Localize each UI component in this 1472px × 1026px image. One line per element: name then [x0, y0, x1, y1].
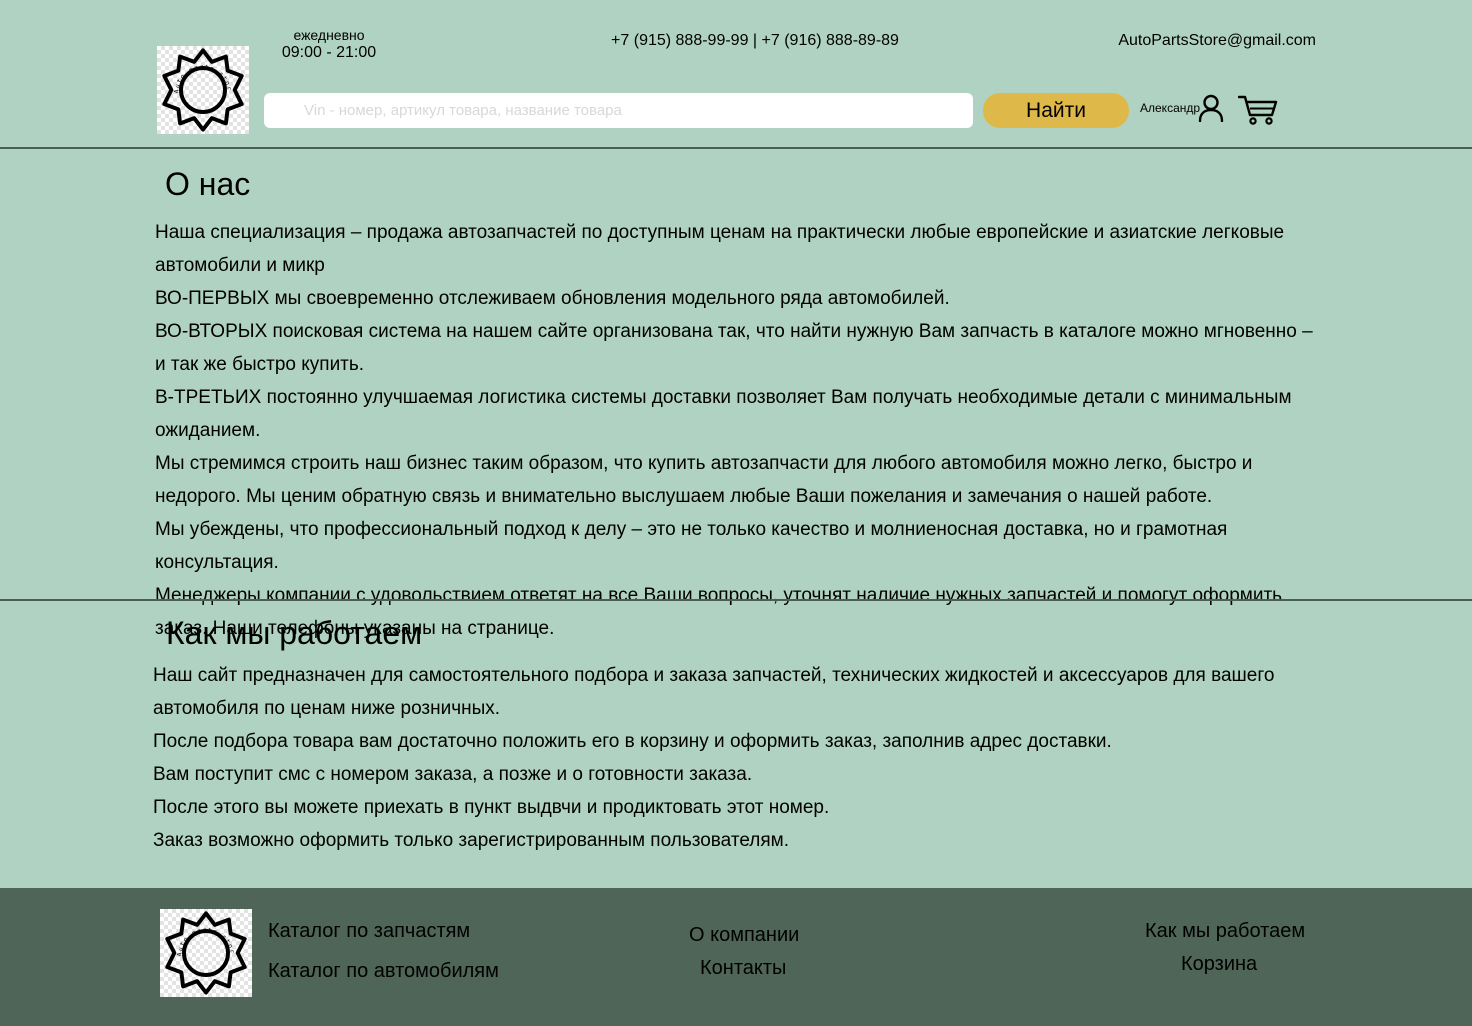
footer-logo[interactable]: Auto parts store: [160, 909, 252, 997]
about-paragraph: В-ТРЕТЬИХ постоянно улучшаемая логистика…: [155, 387, 1292, 441]
how-we-work-paragraph: Заказ возможно оформить только зарегистр…: [153, 830, 789, 851]
footer-link-about-company[interactable]: О компании: [689, 924, 799, 947]
working-hours: ежедневно 09:00 - 21:00: [276, 26, 382, 62]
search-input[interactable]: [264, 93, 973, 128]
search-button[interactable]: Найти: [983, 93, 1129, 128]
footer-link-car-catalog[interactable]: Каталог по автомобилям: [268, 960, 499, 983]
phone-numbers[interactable]: +7 (915) 888-99-99 | +7 (916) 888-89-89: [560, 32, 950, 50]
how-we-work-paragraph: После подбора товара вам достаточно поло…: [153, 731, 1112, 752]
header-divider: [0, 147, 1472, 149]
about-text: Наша специализация – продажа автозапчаст…: [155, 216, 1320, 645]
logo[interactable]: Auto parts store: [157, 46, 249, 134]
about-paragraph: Мы убеждены, что профессиональный подход…: [155, 519, 1228, 573]
cart-icon[interactable]: [1238, 94, 1278, 126]
footer-link-contacts[interactable]: Контакты: [700, 957, 786, 980]
user-name[interactable]: Александр: [1140, 101, 1200, 115]
footer-link-how-we-work[interactable]: Как мы работаем: [1145, 920, 1305, 943]
how-we-work-paragraph: Наш сайт предназначен для самостоятельно…: [153, 665, 1275, 719]
about-paragraph: Наша специализация – продажа автозапчаст…: [155, 222, 1285, 276]
about-paragraph: ВО-ВТОРЫХ поисковая система на нашем сай…: [155, 321, 1313, 375]
footer: Auto parts store Каталог по запчастям Ка…: [0, 888, 1472, 1026]
gear-logo-icon: Auto parts store: [157, 46, 244, 132]
about-paragraph: ВО-ПЕРВЫХ мы своевременно отслеживаем об…: [155, 288, 950, 309]
page: Auto parts store ежедневно 09:00 - 21:00…: [0, 0, 1472, 1026]
hours-time: 09:00 - 21:00: [281, 44, 377, 61]
user-icon[interactable]: [1198, 94, 1224, 122]
how-we-work-paragraph: Вам поступит смс с номером заказа, а поз…: [153, 764, 753, 785]
email-link[interactable]: AutoPartsStore@gmail.com: [1100, 32, 1316, 50]
header: Auto parts store ежедневно 09:00 - 21:00…: [0, 0, 1472, 150]
hours-label: ежедневно: [293, 27, 365, 43]
gear-logo-icon: Auto parts store: [160, 909, 247, 995]
about-paragraph: Мы стремимся строить наш бизнес таким об…: [155, 453, 1253, 507]
how-we-work-paragraph: После этого вы можете приехать в пункт в…: [153, 797, 830, 818]
how-we-work-title: Как мы работаем: [166, 615, 423, 651]
how-we-work-text: Наш сайт предназначен для самостоятельно…: [153, 659, 1318, 857]
section-divider: [0, 599, 1472, 601]
footer-link-parts-catalog[interactable]: Каталог по запчастям: [268, 920, 470, 943]
footer-link-cart[interactable]: Корзина: [1181, 953, 1257, 976]
about-title: О нас: [165, 166, 251, 202]
